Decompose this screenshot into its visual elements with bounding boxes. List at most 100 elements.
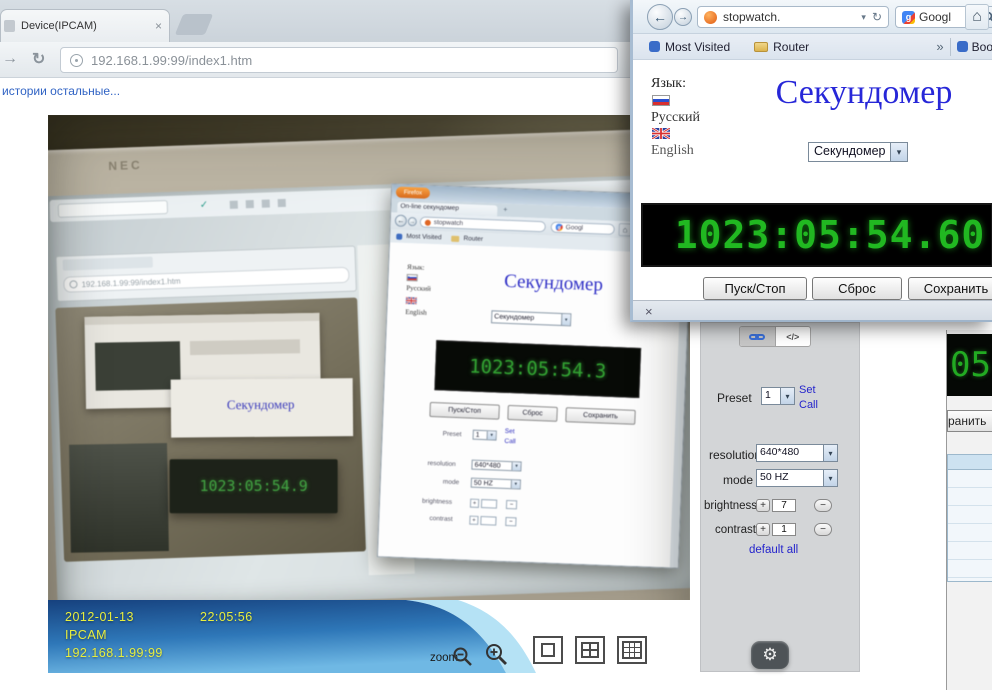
- back-icon[interactable]: ←: [647, 4, 673, 30]
- single-view-icon: [541, 643, 555, 657]
- uk-flag-icon[interactable]: [652, 128, 670, 139]
- resolution-select[interactable]: 640*480 ▾: [756, 444, 838, 462]
- brightness-minus-button[interactable]: −: [814, 499, 832, 512]
- nested-tab: [63, 257, 153, 271]
- mode-select[interactable]: 50 HZ ▾: [756, 469, 838, 487]
- forward-icon[interactable]: →: [2, 50, 18, 68]
- language-label: Язык:: [651, 76, 686, 92]
- forward-icon: →: [408, 217, 417, 226]
- nested-set-link: Set: [505, 428, 515, 435]
- chevron-down-icon: ▾: [823, 445, 837, 461]
- code-mode-button[interactable]: </>: [776, 327, 811, 346]
- contrast-plus-button[interactable]: +: [756, 523, 770, 536]
- tab-close-icon[interactable]: ×: [155, 19, 162, 33]
- language-russian-link[interactable]: Русский: [651, 110, 700, 126]
- russian-flag-icon: [407, 274, 418, 281]
- zoom-in-icon[interactable]: [484, 642, 510, 668]
- chevron-down-icon: ▾: [511, 462, 520, 470]
- osd-date: 2012-01-13: [65, 610, 134, 624]
- find-close-icon[interactable]: ×: [645, 304, 653, 319]
- link-mode-button[interactable]: [740, 327, 776, 346]
- nested-mode-select: 50 HZ ▾: [471, 478, 521, 490]
- quad-view-icon: [581, 642, 599, 658]
- language-english-link[interactable]: English: [651, 143, 694, 159]
- table-row: [948, 542, 992, 560]
- preset-label: Preset: [717, 391, 752, 405]
- table-row: [948, 524, 992, 542]
- brightness-plus-button[interactable]: +: [756, 499, 770, 512]
- nested-lang-label: Язык:: [407, 263, 425, 272]
- most-visited-icon: [649, 41, 660, 52]
- chrome-tab-device-ipcam[interactable]: Device(IPCAM) ×: [0, 9, 170, 42]
- nested-preset-label: Preset: [443, 431, 462, 439]
- nested-tab: [58, 200, 168, 218]
- start-stop-button[interactable]: Пуск/Стоп: [703, 277, 807, 300]
- preset-set-link[interactable]: Set: [799, 384, 816, 396]
- home-button[interactable]: ⌂: [965, 4, 989, 30]
- minus-icon: −: [506, 500, 517, 509]
- default-all-link[interactable]: default all: [749, 544, 798, 556]
- partial-save-button[interactable]: ранить: [947, 410, 992, 432]
- preset-call-link[interactable]: Call: [799, 399, 818, 411]
- nested-resolution-select: 640*480 ▾: [471, 460, 521, 472]
- layout-nine-button[interactable]: [617, 636, 647, 664]
- camera-video-feed[interactable]: NEC ✓ 192.168.1.99:99/inde: [48, 115, 690, 673]
- reload-icon[interactable]: ↻: [32, 49, 45, 69]
- video-photo: NEC ✓ 192.168.1.99:99/inde: [48, 115, 690, 673]
- chrome-bookmark-item[interactable]: истории остальные...: [2, 84, 120, 98]
- layout-quad-button[interactable]: [575, 636, 605, 664]
- toolbar-icon: [278, 199, 286, 207]
- reset-button[interactable]: Сброс: [812, 277, 902, 300]
- folder-icon: [754, 42, 768, 52]
- nine-view-icon: [622, 641, 642, 659]
- video-overlay-banner: 2012-01-13 22:05:56 IPCAM 192.168.1.99:9…: [48, 600, 690, 673]
- chevron-down-icon: ▾: [780, 388, 794, 404]
- tab-title: Device(IPCAM): [21, 20, 149, 32]
- contrast-minus-button[interactable]: −: [814, 523, 832, 536]
- stopwatch-select[interactable]: Секундомер ▾: [808, 142, 908, 162]
- nested-lcd-display: 1023:05:54.3: [434, 340, 641, 398]
- deep-lcd-display: 1023:05:54.9: [170, 459, 338, 513]
- settings-button[interactable]: ⚙: [751, 641, 789, 669]
- bookmark-most-visited[interactable]: Most Visited: [665, 40, 730, 54]
- partial-table: [947, 454, 992, 582]
- deep-clock-value: 1023:05:54.9: [199, 477, 307, 495]
- chevron-down-icon[interactable]: ▾: [861, 12, 866, 23]
- mode-label: mode: [723, 473, 753, 487]
- camera-control-panel: </> Preset 1 ▾ Set Call resolution 640*4…: [700, 322, 860, 672]
- nested-clock-value: 1023:05:54.3: [469, 355, 607, 382]
- preset-select[interactable]: 1 ▾: [761, 387, 795, 405]
- nested-preset-value: 1: [474, 431, 487, 438]
- nested-resolution-label: resolution: [427, 460, 455, 468]
- bookmark-router[interactable]: Router: [773, 40, 809, 54]
- location-bar[interactable]: stopwatch. ▾ ↻: [697, 6, 889, 28]
- screenshot-root: Device(IPCAM) × → ↻ 192.168.1.99:99/inde…: [0, 0, 992, 691]
- toolbar-icon: [262, 199, 270, 207]
- stopwatch-title: Секундомер: [751, 74, 977, 112]
- firefox-menu-button: Firefox: [396, 187, 430, 199]
- monitor-brand-label: NEC: [108, 158, 143, 173]
- table-row: [948, 560, 992, 578]
- forward-icon[interactable]: →: [674, 8, 692, 26]
- gear-icon: ⚙: [762, 645, 777, 665]
- layout-single-button[interactable]: [533, 636, 563, 664]
- chrome-address-bar[interactable]: 192.168.1.99:99/index1.htm: [60, 47, 618, 73]
- check-icon: ✓: [200, 200, 209, 211]
- partial-clock-value: 05: [947, 345, 991, 385]
- nested-call-link: Call: [504, 438, 515, 445]
- nested-brightness-label: brightness: [422, 498, 452, 506]
- nested-location-bar: stopwatch: [420, 216, 546, 232]
- russian-flag-icon[interactable]: [652, 95, 670, 106]
- zoom-out-icon[interactable]: [452, 646, 474, 668]
- reload-icon[interactable]: ↻: [872, 10, 882, 24]
- save-button[interactable]: Сохранить: [908, 277, 992, 300]
- nested-contrast-label: contrast: [429, 515, 452, 523]
- chrome-url: 192.168.1.99:99/index1.htm: [91, 53, 252, 68]
- nested-search-box: g Googl: [551, 221, 615, 234]
- bookmarks-overflow-chevron[interactable]: »: [936, 39, 943, 54]
- folder-icon: [451, 235, 459, 241]
- bookmarks-button[interactable]: Boo: [972, 40, 992, 54]
- plus-icon: +: [469, 516, 478, 525]
- new-tab-icon: +: [503, 207, 507, 214]
- new-tab-button[interactable]: [175, 14, 213, 35]
